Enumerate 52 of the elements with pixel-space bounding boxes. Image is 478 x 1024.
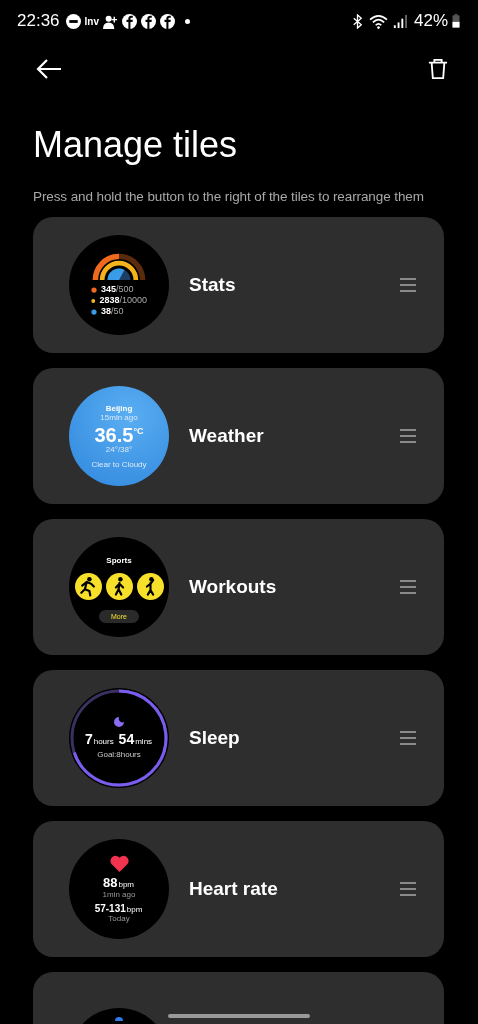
tile-name: Weather: [189, 425, 265, 448]
tile-card[interactable]: 7hours 54mins Goal:8hours Sleep: [33, 670, 444, 807]
update-time: 15min ago: [100, 412, 138, 422]
facebook-icon: [160, 13, 175, 29]
instruction-text: Press and hold the button to the right of the tiles to rearrange them: [33, 189, 425, 205]
person-add-icon: [103, 13, 118, 29]
drag-handle-icon[interactable]: [400, 731, 416, 746]
workout-figure-icon: [136, 572, 164, 600]
signal-icon: [391, 13, 407, 29]
workout-figure-icon: [105, 572, 133, 600]
do-not-disturb-icon: [65, 13, 81, 29]
tile-name: Heart rate: [189, 878, 279, 901]
battery-icon: [452, 14, 460, 28]
back-arrow-icon[interactable]: [36, 59, 62, 79]
tile-icon: [115, 1016, 123, 1022]
workout-figure-icon: [74, 572, 102, 600]
battery-percent: 42%: [413, 11, 448, 31]
tile-name: Sleep: [189, 727, 241, 750]
temperature-range: 24°/38°: [105, 444, 133, 454]
app-label: Inv: [84, 15, 99, 27]
moon-icon: [114, 717, 124, 728]
trash-icon[interactable]: [428, 58, 448, 80]
heart-rate-range: 57-131bpm: [94, 903, 144, 915]
sleep-duration: 7hours 54mins: [84, 731, 154, 748]
drag-handle-icon[interactable]: [400, 429, 416, 444]
drag-handle-icon[interactable]: [400, 580, 416, 595]
heart-icon: [109, 855, 129, 873]
city-name: Beijing: [105, 403, 133, 413]
facebook-icon: [141, 13, 156, 29]
drag-handle-icon[interactable]: [400, 882, 416, 897]
status-time: 22:36: [17, 11, 60, 31]
drag-handle-icon[interactable]: [400, 278, 416, 293]
sleep-goal: Goal:8hours: [97, 750, 141, 760]
stat-value: 345/500: [101, 284, 134, 296]
wifi-icon: [368, 13, 388, 29]
forecast-text: Clear to Cloudy: [91, 459, 147, 469]
stat-value: 2838/10000: [99, 295, 147, 307]
tile-card[interactable]: 345/500 2838/10000 38/50 Stats: [33, 217, 444, 354]
tile-card[interactable]: Beijing 15min ago 36.5$^{°C}$ 24°/38° Clear to Cloudy Weather: [33, 368, 444, 505]
page-title: Manage tiles: [33, 123, 239, 167]
temperature: 36.5$^{°C}$: [94, 424, 144, 445]
facebook-icon: [122, 13, 137, 29]
update-time: 1min ago: [102, 890, 136, 900]
tile-card[interactable]: 88 bpm 1min ago 57-131bpm Today Heart rate: [33, 821, 444, 958]
notification-dot-icon: [185, 18, 190, 24]
sports-heading: Sports: [106, 555, 132, 565]
heart-rate-value: 88 bpm: [103, 875, 135, 891]
tile-name: Workouts: [189, 576, 278, 599]
tile-name: Stats: [189, 274, 237, 297]
range-period: Today: [108, 914, 130, 924]
activity-rings-drawing: [92, 253, 146, 281]
stat-value: 38/50: [101, 306, 124, 318]
